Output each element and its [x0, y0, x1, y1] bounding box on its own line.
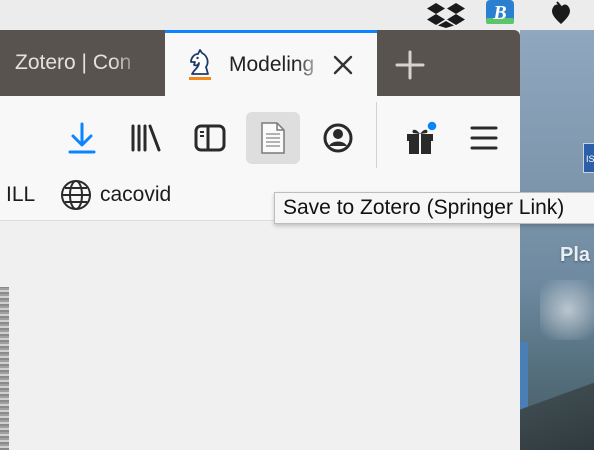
- tab-zotero[interactable]: Zotero | Con: [0, 30, 165, 96]
- zotero-save-button[interactable]: [246, 112, 300, 164]
- library-button[interactable]: [118, 114, 174, 162]
- close-icon: [333, 55, 353, 75]
- new-tab-button[interactable]: [392, 47, 428, 83]
- account-icon: [323, 123, 353, 153]
- menu-bar: B: [0, 0, 594, 30]
- bookmark-cacovid[interactable]: cacovid: [60, 170, 171, 220]
- browser-window: Zotero | Con Modeling ILL cacovid: [0, 30, 520, 450]
- download-icon: [68, 122, 96, 154]
- tab-title: Zotero | Con: [15, 51, 132, 74]
- tab-modeling[interactable]: Modeling: [165, 30, 377, 96]
- hamburger-menu-icon: [470, 126, 498, 150]
- globe-icon: [61, 180, 91, 210]
- page-image-fragment: [0, 287, 9, 450]
- dropbox-icon[interactable]: [426, 0, 466, 28]
- sidebar-icon: [194, 124, 226, 152]
- bookmark-label: cacovid: [100, 183, 172, 206]
- whats-new-button[interactable]: [392, 114, 448, 162]
- tooltip-text: Save to Zotero (Springer Link): [283, 196, 565, 219]
- svg-text:B: B: [492, 2, 506, 24]
- page-content: [0, 221, 520, 450]
- library-icon: [131, 124, 161, 152]
- heart-app-icon[interactable]: [548, 0, 574, 28]
- downloads-button[interactable]: [54, 114, 110, 162]
- account-button[interactable]: [310, 114, 366, 162]
- navigation-toolbar: [0, 96, 520, 170]
- close-tab-button[interactable]: [331, 53, 355, 77]
- page-save-icon: [261, 122, 285, 154]
- gift-icon: [407, 120, 438, 154]
- bookmark-label: ILL: [6, 183, 36, 206]
- knight-chess-icon: [189, 48, 211, 80]
- tab-title: Modeling: [229, 52, 315, 76]
- tooltip: Save to Zotero (Springer Link): [274, 192, 594, 224]
- desktop-wallpaper: IS Pla: [520, 30, 594, 450]
- tab-bar: Zotero | Con Modeling: [0, 30, 520, 96]
- desktop-text: Pla: [560, 244, 591, 266]
- app-menu-button[interactable]: [456, 114, 512, 162]
- toolbar-separator: [376, 102, 377, 168]
- desktop-logo-badge: IS: [583, 143, 594, 173]
- bookmark-ill[interactable]: ILL: [6, 170, 35, 220]
- cloud-shape: [540, 280, 594, 340]
- b-app-icon[interactable]: B: [484, 0, 518, 28]
- mountain-shape: [520, 380, 594, 450]
- sidebar-button[interactable]: [182, 114, 238, 162]
- plus-icon: [395, 50, 425, 80]
